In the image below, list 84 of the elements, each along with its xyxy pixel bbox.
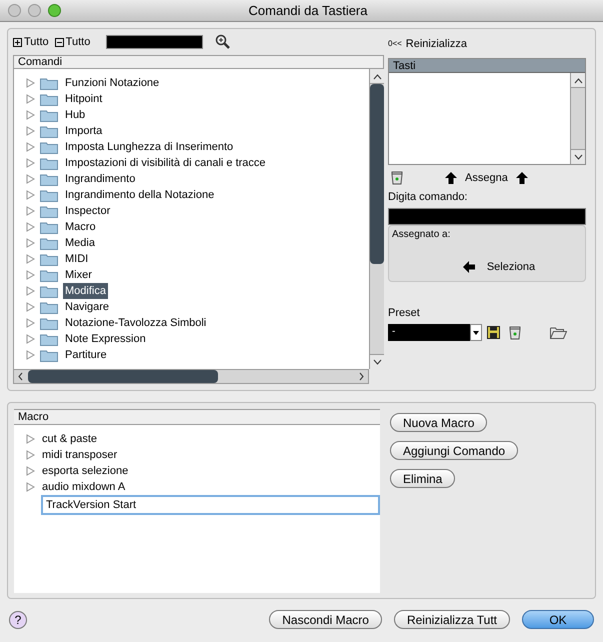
macro-item[interactable]: esporta selezione — [42, 462, 128, 480]
search-field[interactable] — [106, 35, 204, 49]
ok-button[interactable]: OK — [522, 610, 594, 629]
folder-icon — [40, 220, 58, 234]
command-category[interactable]: Modifica — [63, 282, 108, 300]
window-title: Comandi da Tastiera — [248, 2, 368, 20]
zoom-window-icon[interactable] — [48, 4, 61, 17]
command-category[interactable]: Hub — [63, 106, 88, 124]
folder-icon — [40, 172, 58, 186]
help-button[interactable]: ? — [9, 610, 27, 628]
folder-icon — [40, 204, 58, 218]
folder-icon — [40, 316, 58, 330]
scroll-down-icon[interactable] — [372, 359, 382, 366]
button[interactable]: Nuova Macro — [390, 413, 488, 432]
open-folder-icon[interactable] — [550, 326, 567, 339]
left-arrow-icon — [462, 261, 475, 274]
command-category[interactable]: Hitpoint — [63, 90, 104, 108]
folder-icon — [40, 252, 58, 266]
vertical-scrollbar[interactable] — [369, 69, 384, 369]
folder-icon — [40, 348, 58, 362]
scroll-thumb[interactable] — [28, 370, 218, 383]
field-label: Digita comando: — [388, 190, 468, 205]
command-category[interactable]: Note Expression — [63, 330, 148, 348]
up-arrow-icon — [516, 172, 528, 184]
folder-icon — [40, 76, 58, 90]
macro-name-field[interactable]: TrackVersion Start — [41, 495, 380, 515]
folder-icon — [40, 188, 58, 202]
vertical-scrollbar[interactable] — [570, 73, 585, 164]
column-header: Tasti — [389, 59, 585, 73]
command-category[interactable]: Ingrandimento — [63, 170, 138, 188]
command-category[interactable]: Partiture — [63, 346, 109, 364]
folder-icon — [40, 300, 58, 314]
folder-icon — [40, 284, 58, 298]
close-window-icon[interactable] — [8, 4, 21, 17]
trash-icon[interactable] — [391, 171, 403, 185]
footer-button[interactable]: Nascondi Macro — [269, 610, 382, 629]
scroll-up-icon[interactable] — [574, 78, 582, 84]
macro-item[interactable]: audio mixdown A — [42, 478, 126, 496]
macro-item[interactable]: midi transposer — [42, 446, 118, 464]
scroll-up-icon[interactable] — [372, 74, 382, 80]
minus-box-icon — [54, 38, 64, 46]
command-category[interactable]: Macro — [63, 218, 98, 236]
up-arrow-icon — [445, 172, 457, 184]
command-category[interactable]: Notazione-Tavolozza Simboli — [63, 314, 208, 332]
plus-box-icon — [13, 38, 22, 46]
command-category[interactable]: Imposta Lunghezza di Inserimento — [63, 138, 236, 156]
button[interactable]: Elimina — [390, 469, 456, 488]
folder-icon — [40, 140, 58, 154]
command-category[interactable]: Navigare — [63, 298, 112, 316]
column-header: Comandi — [13, 55, 384, 69]
column-header: Macro — [14, 409, 380, 425]
folder-icon — [40, 124, 58, 138]
scroll-thumb[interactable] — [370, 84, 384, 264]
folder-icon — [40, 92, 58, 106]
command-category[interactable]: Importa — [63, 122, 104, 140]
command-category[interactable]: MIDI — [63, 250, 90, 268]
shortcut-field[interactable] — [388, 208, 586, 224]
collapse-all-button[interactable]: Tutto — [54, 34, 90, 50]
command-category[interactable]: Funzioni Notazione — [63, 74, 162, 92]
folder-icon — [40, 108, 58, 122]
scroll-down-icon[interactable] — [574, 154, 582, 160]
folder-icon — [40, 236, 58, 250]
command-category[interactable]: Impostazioni di visibilità di canali e tracce — [63, 154, 268, 172]
folder-icon — [40, 156, 58, 170]
expand-all-button[interactable]: Tutto — [13, 34, 49, 50]
reset-button[interactable]: 0<< Reinizializza — [388, 37, 586, 51]
horizontal-scrollbar[interactable] — [13, 369, 369, 384]
search-zoom-icon[interactable] — [215, 34, 232, 50]
trash-icon[interactable] — [509, 326, 521, 340]
macro-item[interactable]: cut & paste — [42, 430, 98, 448]
command-category[interactable]: Mixer — [63, 266, 94, 284]
command-category[interactable]: Inspector — [63, 202, 112, 220]
field-label: Preset — [388, 306, 421, 320]
command-category[interactable]: Ingrandimento della Notazione — [63, 186, 216, 204]
select-button[interactable]: Seleziona — [462, 259, 536, 276]
caret-icon — [473, 330, 479, 334]
footer-button[interactable]: Reinizializza Tutt — [394, 610, 510, 629]
minimize-window-icon[interactable] — [28, 4, 41, 17]
folder-icon — [40, 268, 58, 282]
assign-button[interactable]: Assegna — [445, 170, 528, 186]
command-category[interactable]: Media — [63, 234, 97, 252]
folder-icon — [40, 332, 58, 346]
field-label: Assegnato a: — [392, 228, 452, 242]
button[interactable]: Aggiungi Comando — [390, 441, 518, 460]
